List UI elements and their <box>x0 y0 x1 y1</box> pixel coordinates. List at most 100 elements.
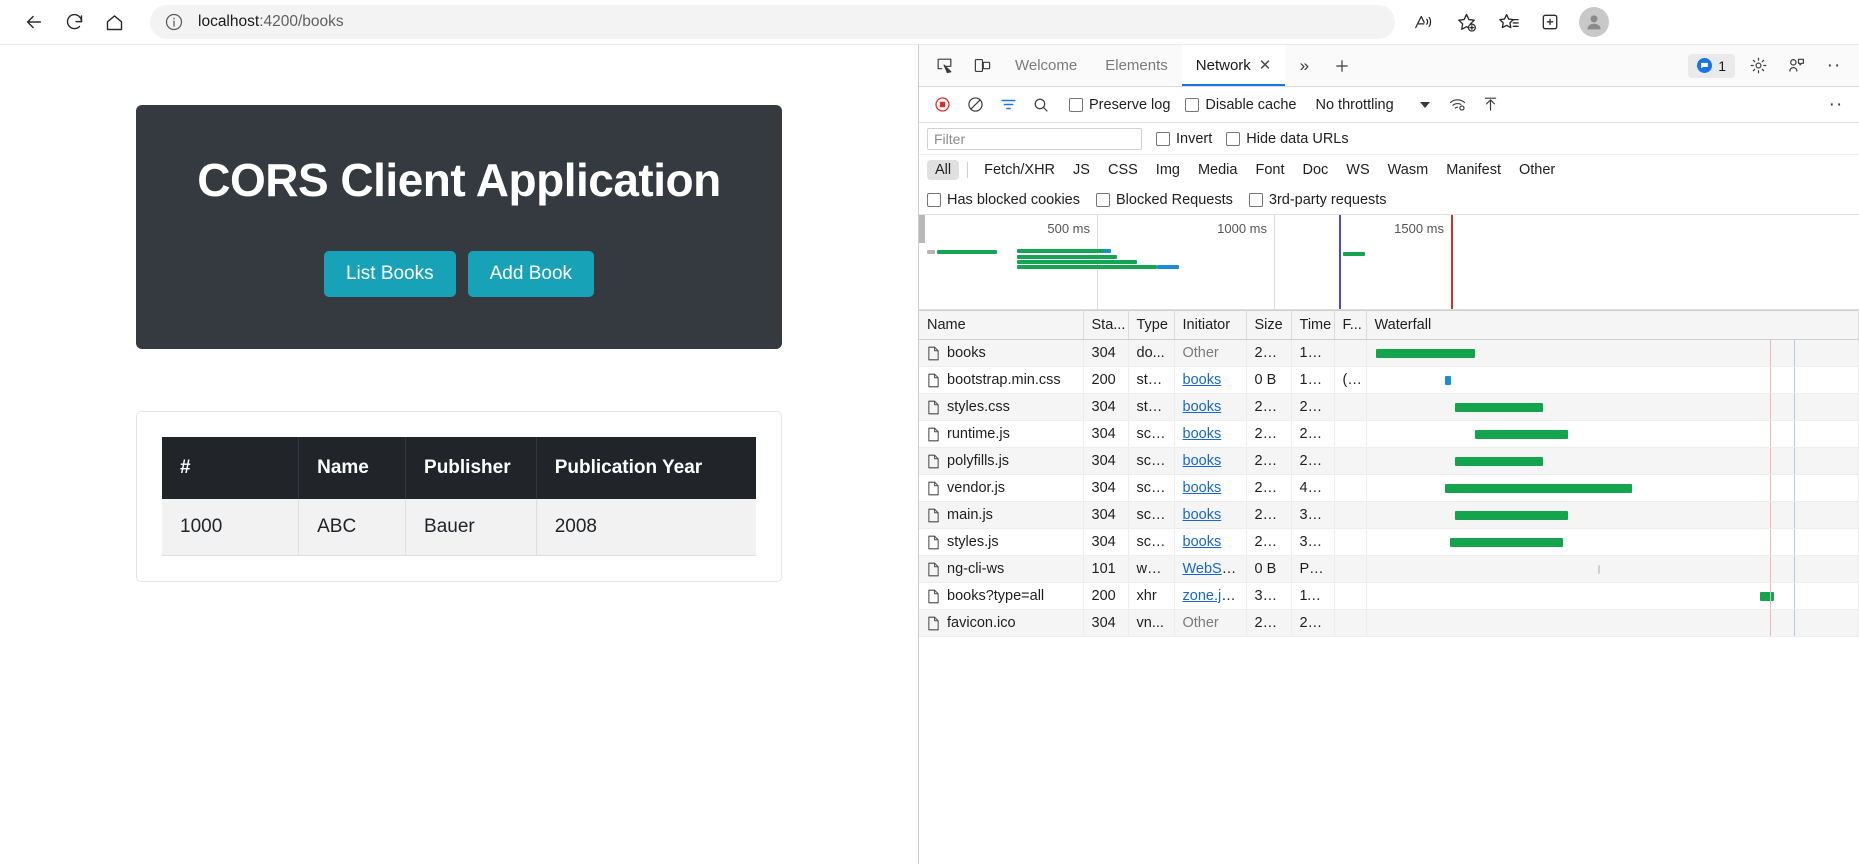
table-row[interactable]: books304do...Other23...18... <box>919 340 1859 367</box>
request-name-cell[interactable]: books <box>919 340 1083 367</box>
type-filter-wasm[interactable]: Wasm <box>1380 160 1437 180</box>
table-row[interactable]: styles.css304sty...books23...21... <box>919 394 1859 421</box>
type-filter-js[interactable]: JS <box>1065 160 1098 180</box>
request-name-cell[interactable]: styles.css <box>919 394 1083 421</box>
add-book-button[interactable]: Add Book <box>468 251 594 297</box>
customize-devtools-button[interactable] <box>1779 51 1813 81</box>
type-filter-font[interactable]: Font <box>1247 160 1292 180</box>
collections-button[interactable] <box>1531 5 1569 39</box>
col-size[interactable]: Size <box>1246 311 1291 340</box>
checkbox-box <box>1185 98 1199 112</box>
back-button[interactable] <box>14 5 54 39</box>
preserve-log-checkbox[interactable]: Preserve log <box>1069 97 1170 113</box>
request-name-cell[interactable]: styles.js <box>919 529 1083 556</box>
more-tabs-button[interactable]: » <box>1287 51 1321 81</box>
request-name-cell[interactable]: vendor.js <box>919 475 1083 502</box>
address-bar[interactable]: localhost:4200/books <box>150 5 1395 39</box>
device-toolbar-button[interactable] <box>965 51 999 81</box>
type-filter-doc[interactable]: Doc <box>1294 160 1336 180</box>
col-waterfall[interactable]: Waterfall <box>1366 311 1859 340</box>
request-initiator-link[interactable]: WebSo... <box>1183 561 1242 577</box>
col-fulfilled[interactable]: F... <box>1334 311 1366 340</box>
request-name-cell[interactable]: main.js <box>919 502 1083 529</box>
invert-checkbox[interactable]: Invert <box>1156 131 1212 147</box>
request-initiator-link[interactable]: zone.js:... <box>1183 588 1245 604</box>
request-name-cell[interactable]: books?type=all <box>919 583 1083 610</box>
close-icon[interactable]: ✕ <box>1259 58 1272 73</box>
request-name-cell[interactable]: ng-cli-ws <box>919 556 1083 583</box>
table-row[interactable]: polyfills.js304scr...books23...22... <box>919 448 1859 475</box>
throttling-select[interactable]: No throttling <box>1311 95 1433 115</box>
filter-input[interactable] <box>927 128 1142 150</box>
inspect-element-button[interactable] <box>927 51 961 81</box>
hide-data-urls-checkbox[interactable]: Hide data URLs <box>1226 131 1348 147</box>
request-initiator-link[interactable]: books <box>1183 480 1222 496</box>
overview-left-handle[interactable] <box>919 215 925 243</box>
request-name-cell[interactable]: favicon.ico <box>919 610 1083 637</box>
filter-toggle-button[interactable] <box>993 92 1023 118</box>
table-row[interactable]: favicon.ico304vn...Other23...26 ... <box>919 610 1859 637</box>
table-row[interactable]: main.js304scr...books23...32... <box>919 502 1859 529</box>
request-name-cell[interactable]: runtime.js <box>919 421 1083 448</box>
type-filter-css[interactable]: CSS <box>1100 160 1146 180</box>
favorites-button[interactable] <box>1489 5 1527 39</box>
record-button[interactable] <box>927 92 957 118</box>
request-name-cell[interactable]: bootstrap.min.css <box>919 367 1083 394</box>
info-circle-icon[interactable] <box>164 12 184 32</box>
refresh-button[interactable] <box>54 5 94 39</box>
request-initiator-link[interactable]: books <box>1183 507 1222 523</box>
network-request-table-wrap[interactable]: Name Sta... Type Initiator Size Time F..… <box>919 310 1859 864</box>
clear-button[interactable] <box>960 92 990 118</box>
home-button[interactable] <box>94 5 134 39</box>
request-initiator-link[interactable]: books <box>1183 453 1222 469</box>
network-conditions-button[interactable] <box>1443 92 1473 118</box>
table-row[interactable]: books?type=all200xhrzone.js:...38...11..… <box>919 583 1859 610</box>
third-party-requests-checkbox[interactable]: 3rd-party requests <box>1249 192 1387 208</box>
tab-network[interactable]: Network ✕ <box>1182 45 1286 86</box>
col-name[interactable]: Name <box>919 311 1083 340</box>
issues-button[interactable]: 1 <box>1688 54 1735 78</box>
type-filter-manifest[interactable]: Manifest <box>1438 160 1509 180</box>
devtools-more-button[interactable]: ·· <box>1817 51 1851 81</box>
type-filter-ws[interactable]: WS <box>1338 160 1377 180</box>
browser-toolbar: localhost:4200/books <box>0 0 1859 45</box>
request-initiator-link[interactable]: books <box>1183 426 1222 442</box>
type-filter-all[interactable]: All <box>927 160 959 180</box>
table-row[interactable]: styles.js304scr...books23...30... <box>919 529 1859 556</box>
type-filter-img[interactable]: Img <box>1148 160 1188 180</box>
has-blocked-cookies-checkbox[interactable]: Has blocked cookies <box>927 192 1080 208</box>
table-row[interactable]: vendor.js304scr...books23...45... <box>919 475 1859 502</box>
type-filter-media[interactable]: Media <box>1190 160 1246 180</box>
add-favorite-button[interactable] <box>1447 5 1485 39</box>
type-filter-fetch-xhr[interactable]: Fetch/XHR <box>976 160 1063 180</box>
col-time[interactable]: Time <box>1291 311 1334 340</box>
add-tab-button[interactable] <box>1325 51 1359 81</box>
request-initiator-link[interactable]: books <box>1183 372 1222 388</box>
read-aloud-button[interactable] <box>1405 5 1443 39</box>
request-name-cell[interactable]: polyfills.js <box>919 448 1083 475</box>
request-initiator-link[interactable]: books <box>1183 399 1222 415</box>
table-row[interactable]: runtime.js304scr...books23...25... <box>919 421 1859 448</box>
request-name: polyfills.js <box>947 453 1009 469</box>
import-har-button[interactable] <box>1476 92 1506 118</box>
search-button[interactable] <box>1026 92 1056 118</box>
request-initiator-link[interactable]: books <box>1183 534 1222 550</box>
col-initiator[interactable]: Initiator <box>1174 311 1246 340</box>
waterfall-dcl-line <box>1770 421 1771 447</box>
table-row[interactable]: bootstrap.min.css200sty...books0 B1 ms(.… <box>919 367 1859 394</box>
disable-cache-checkbox[interactable]: Disable cache <box>1185 97 1296 113</box>
col-type[interactable]: Type <box>1128 311 1174 340</box>
col-status[interactable]: Sta... <box>1083 311 1128 340</box>
request-waterfall <box>1366 394 1859 421</box>
type-filter-other[interactable]: Other <box>1511 160 1563 180</box>
profile-button[interactable] <box>1579 7 1609 37</box>
devtools-settings-button[interactable] <box>1741 51 1775 81</box>
tab-elements[interactable]: Elements <box>1091 45 1182 86</box>
tab-welcome[interactable]: Welcome <box>1001 45 1091 86</box>
list-books-button[interactable]: List Books <box>324 251 456 297</box>
network-more-button[interactable]: ·· <box>1821 92 1851 118</box>
network-overview[interactable]: 500 ms 1000 ms 1500 ms <box>919 215 1859 310</box>
table-row[interactable]: ng-cli-ws101we...WebSo...0 BPe... <box>919 556 1859 583</box>
blocked-requests-checkbox[interactable]: Blocked Requests <box>1096 192 1233 208</box>
request-size: 23... <box>1246 448 1291 475</box>
